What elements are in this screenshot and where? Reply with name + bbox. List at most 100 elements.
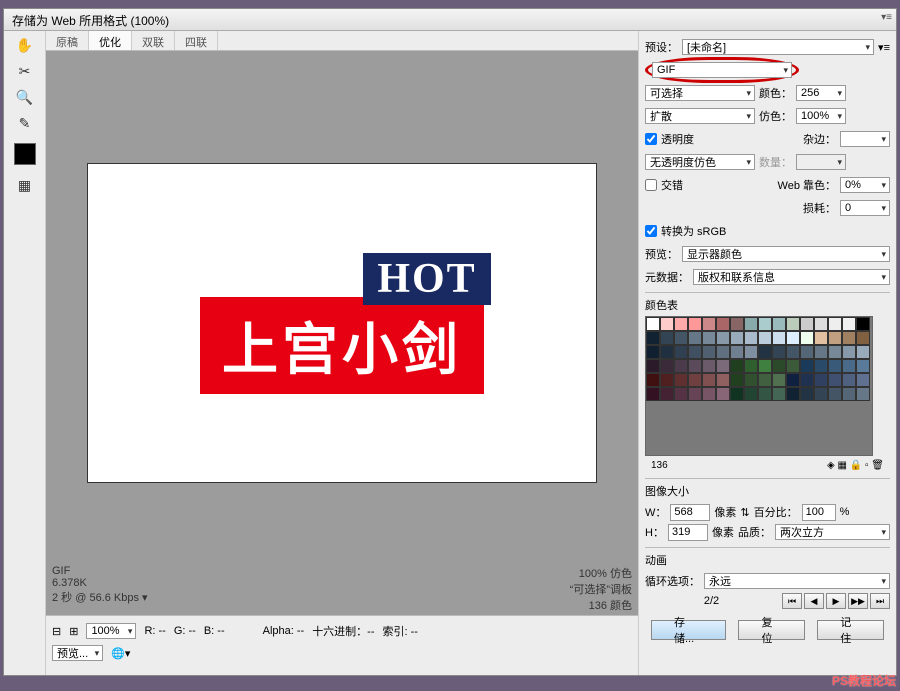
color-swatch[interactable]	[856, 345, 870, 359]
color-swatch[interactable]	[744, 317, 758, 331]
color-swatch[interactable]	[828, 317, 842, 331]
ct-trash-icon[interactable]: 🗑	[871, 460, 884, 471]
color-swatch[interactable]	[814, 345, 828, 359]
color-swatch[interactable]	[758, 345, 772, 359]
play-button[interactable]: ▶	[826, 593, 846, 609]
color-swatch[interactable]	[674, 387, 688, 401]
color-swatch[interactable]	[674, 373, 688, 387]
color-swatch[interactable]	[842, 331, 856, 345]
interlace-checkbox[interactable]	[645, 179, 657, 191]
color-swatch[interactable]	[772, 345, 786, 359]
color-swatch[interactable]	[842, 387, 856, 401]
format-select[interactable]: GIF	[652, 62, 792, 78]
lossy-value[interactable]: 0	[840, 200, 890, 216]
color-swatch[interactable]	[674, 359, 688, 373]
loop-select[interactable]: 永远	[704, 573, 890, 589]
slice-tool-icon[interactable]: ✂	[13, 61, 37, 81]
color-swatch[interactable]	[716, 387, 730, 401]
color-swatch[interactable]	[856, 373, 870, 387]
color-swatch[interactable]	[856, 359, 870, 373]
color-swatch[interactable]	[688, 331, 702, 345]
color-swatch[interactable]	[744, 387, 758, 401]
color-swatch[interactable]	[716, 317, 730, 331]
color-swatch[interactable]	[744, 331, 758, 345]
browser-preview-icon[interactable]: 🌐▾	[111, 647, 130, 660]
tab-2up[interactable]: 双联	[132, 31, 175, 50]
hand-tool-icon[interactable]: ✋	[13, 35, 37, 55]
color-swatch[interactable]	[716, 359, 730, 373]
color-swatch[interactable]	[758, 387, 772, 401]
color-swatch[interactable]	[758, 317, 772, 331]
zoom-plus-icon[interactable]: ⊞	[69, 625, 78, 638]
width-input[interactable]	[670, 504, 710, 521]
next-frame-button[interactable]: ▶▶	[848, 593, 868, 609]
color-swatch[interactable]	[814, 373, 828, 387]
color-swatch[interactable]	[674, 345, 688, 359]
color-swatch[interactable]	[786, 317, 800, 331]
cancel-button[interactable]: 复位	[738, 620, 805, 640]
color-swatch[interactable]	[814, 317, 828, 331]
dither-value[interactable]: 100%	[796, 108, 846, 124]
color-swatch[interactable]	[702, 359, 716, 373]
color-swatch[interactable]	[856, 317, 870, 331]
color-swatch[interactable]	[842, 345, 856, 359]
color-swatch[interactable]	[660, 359, 674, 373]
color-swatch[interactable]	[786, 387, 800, 401]
color-swatch[interactable]	[814, 359, 828, 373]
color-swatch[interactable]	[800, 387, 814, 401]
color-swatch[interactable]	[646, 387, 660, 401]
color-swatch[interactable]	[828, 359, 842, 373]
color-swatch[interactable]	[786, 345, 800, 359]
color-swatch[interactable]	[730, 331, 744, 345]
metadata-select[interactable]: 版权和联系信息	[693, 269, 890, 285]
color-swatch[interactable]	[716, 331, 730, 345]
last-frame-button[interactable]: ⏭	[870, 593, 890, 609]
trans-dither-select[interactable]: 无透明度仿色	[645, 154, 755, 170]
color-swatch[interactable]	[800, 345, 814, 359]
color-swatch[interactable]	[646, 345, 660, 359]
preview-select[interactable]: 显示器颜色	[682, 246, 890, 262]
quality-select[interactable]: 两次立方	[775, 524, 890, 540]
color-swatch[interactable]	[786, 331, 800, 345]
eyedropper-tool-icon[interactable]: ✎	[13, 113, 37, 133]
link-icon[interactable]: ⇅	[740, 506, 749, 519]
color-swatch[interactable]	[688, 373, 702, 387]
center-flyout-icon[interactable]: ▾≡	[881, 12, 892, 23]
color-swatch[interactable]	[730, 345, 744, 359]
color-swatch[interactable]	[758, 359, 772, 373]
color-swatch[interactable]	[800, 373, 814, 387]
color-swatch[interactable]	[660, 317, 674, 331]
transparency-checkbox[interactable]	[645, 133, 657, 145]
preset-select[interactable]: [未命名]	[682, 39, 874, 55]
color-swatch[interactable]	[702, 373, 716, 387]
color-swatch[interactable]	[772, 387, 786, 401]
color-swatch[interactable]	[786, 373, 800, 387]
color-swatch[interactable]	[772, 317, 786, 331]
tab-optimized[interactable]: 优化	[89, 31, 132, 50]
color-swatch[interactable]	[842, 373, 856, 387]
height-input[interactable]	[668, 524, 708, 541]
slice-visibility-icon[interactable]: ▦	[13, 175, 37, 195]
color-swatch[interactable]	[772, 331, 786, 345]
ct-shift-icon[interactable]: ▦	[838, 460, 847, 471]
matte-select[interactable]	[840, 131, 890, 147]
color-swatch[interactable]	[814, 331, 828, 345]
color-swatch[interactable]	[730, 359, 744, 373]
ct-new-icon[interactable]: ▫	[865, 460, 869, 471]
color-swatch[interactable]	[744, 345, 758, 359]
status-download-time[interactable]: 2 秒 @ 56.6 Kbps ▾	[52, 589, 148, 605]
foreground-swatch[interactable]	[14, 143, 36, 165]
color-swatch[interactable]	[660, 331, 674, 345]
color-swatch[interactable]	[702, 331, 716, 345]
color-swatch[interactable]	[800, 359, 814, 373]
color-swatch[interactable]	[814, 387, 828, 401]
color-swatch[interactable]	[688, 359, 702, 373]
color-swatch[interactable]	[800, 317, 814, 331]
color-swatch[interactable]	[688, 317, 702, 331]
color-swatch[interactable]	[660, 345, 674, 359]
reduction-select[interactable]: 可选择	[645, 85, 755, 101]
colors-select[interactable]: 256	[796, 85, 846, 101]
color-swatch[interactable]	[674, 317, 688, 331]
color-swatch[interactable]	[646, 373, 660, 387]
color-swatch[interactable]	[702, 317, 716, 331]
